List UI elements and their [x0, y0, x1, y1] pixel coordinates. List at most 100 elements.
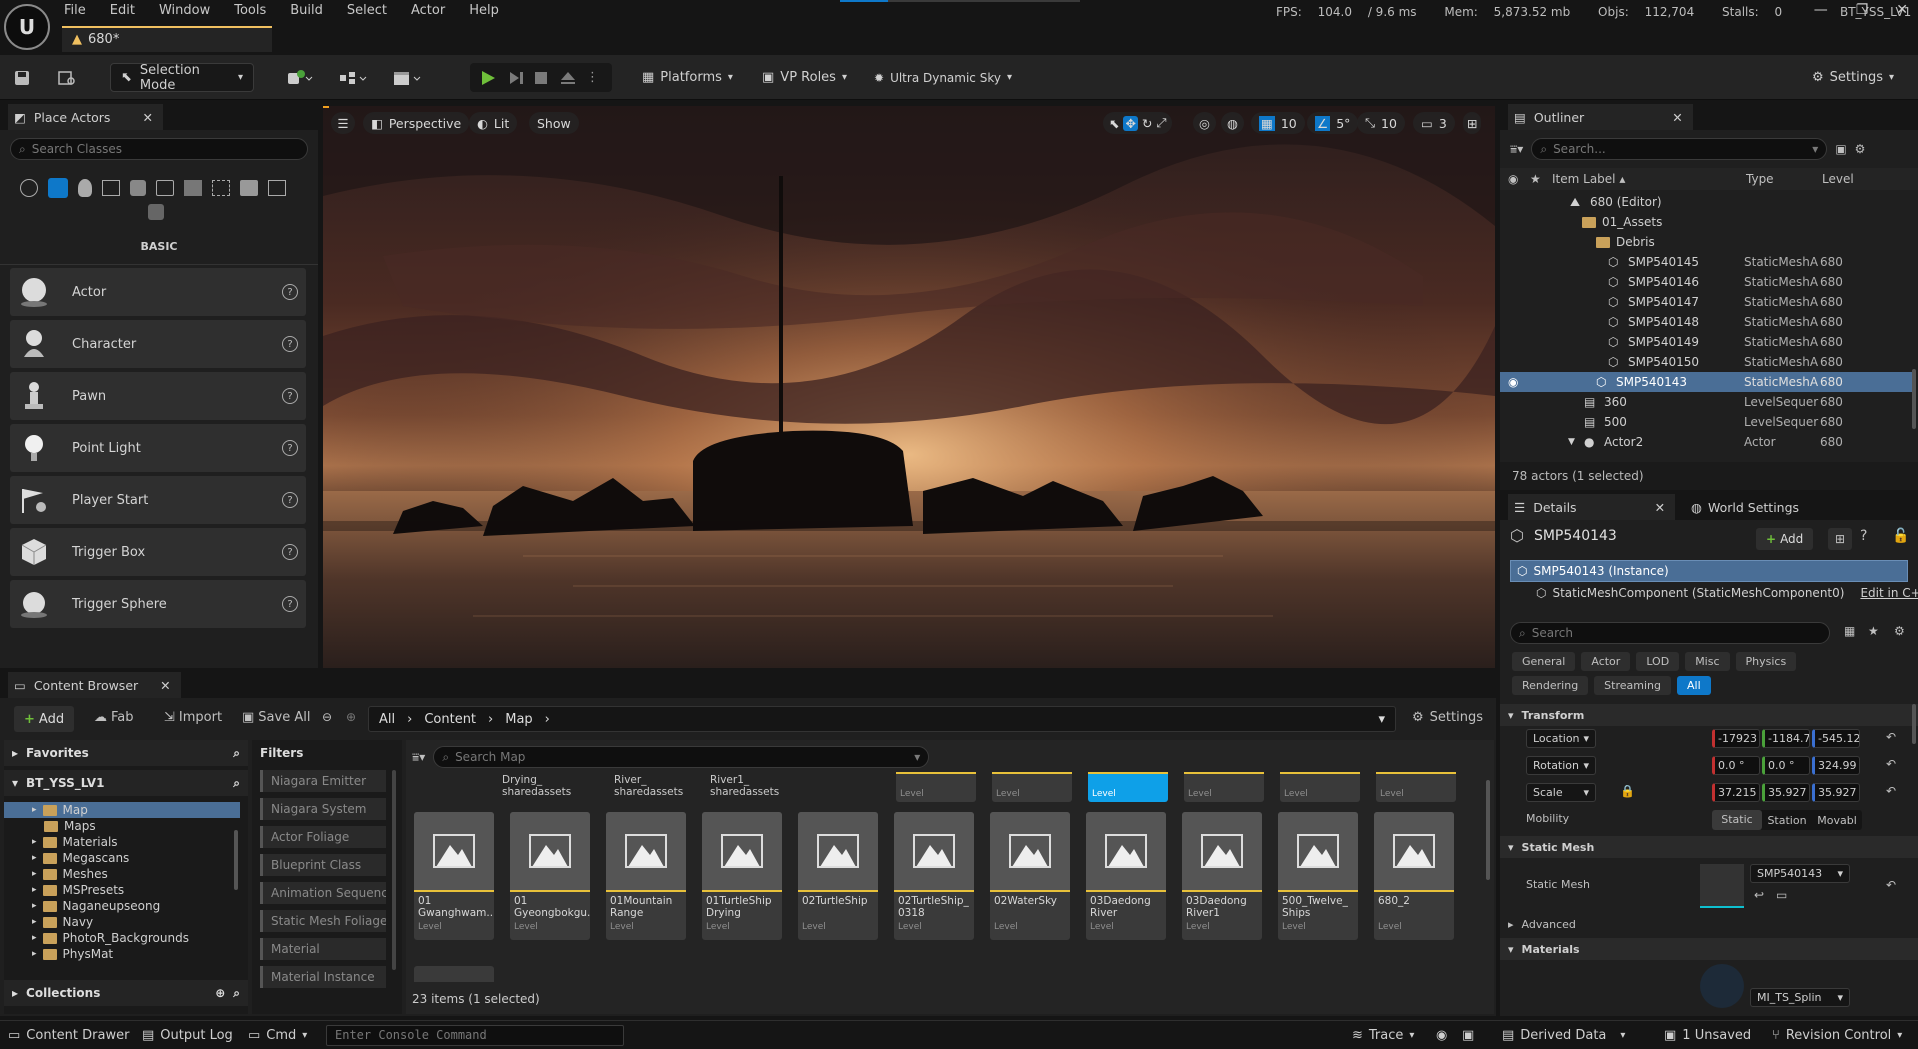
search-icon[interactable]: ⌕: [233, 776, 240, 791]
asset-tile[interactable]: 02WaterSky Level: [990, 812, 1070, 940]
stop-icon[interactable]: [534, 71, 548, 85]
gear-icon[interactable]: ⚙: [1855, 142, 1866, 156]
outliner-row[interactable]: ⛰ 680 (Editor): [1500, 192, 1912, 212]
tree-item-maps[interactable]: Maps: [4, 818, 240, 834]
favorites-header[interactable]: ▸ Favorites ⌕: [4, 740, 248, 766]
level-tab[interactable]: ▲ 680*: [62, 26, 272, 52]
cmd-dropdown[interactable]: ▭ Cmd ▾: [248, 1028, 307, 1043]
tree-item-map[interactable]: ▸ Map: [4, 802, 240, 818]
rotation-dropdown[interactable]: Rotation ▾: [1526, 756, 1596, 775]
asset-tile[interactable]: Level: [896, 772, 976, 802]
menu-select[interactable]: Select: [347, 3, 401, 18]
maximize-icon[interactable]: ❐: [1856, 2, 1869, 18]
instance-row[interactable]: ⬡ SMP540143 (Instance): [1510, 560, 1908, 582]
location-dropdown[interactable]: Location ▾: [1526, 729, 1596, 748]
blueprint-convert-icon[interactable]: ⊞: [1828, 528, 1852, 550]
selection-mode-dropdown[interactable]: ⬉ Selection Mode ▾: [110, 63, 254, 93]
asset-tile[interactable]: 01 Gwanghwam... Level: [414, 812, 494, 940]
rotation-z-field[interactable]: 324.99: [1812, 756, 1860, 775]
outliner-row[interactable]: ⬡ SMP540145 StaticMeshA 680: [1500, 252, 1912, 272]
breadcrumb-all[interactable]: All: [379, 712, 395, 727]
filter-animation-sequence[interactable]: Animation Sequence: [260, 882, 386, 904]
close-icon[interactable]: ✕: [1896, 2, 1908, 18]
scale-x-field[interactable]: 37.215: [1712, 783, 1760, 802]
browse-icon[interactable]: [58, 63, 76, 92]
save-icon[interactable]: [14, 63, 30, 92]
play-icon[interactable]: [480, 70, 496, 86]
console-command-input[interactable]: [335, 1028, 615, 1042]
asset-tile[interactable]: 02TurtleShip_ 0318 Level: [894, 812, 974, 940]
help-icon[interactable]: ?: [282, 440, 298, 456]
asset-tile[interactable]: Level: [1184, 772, 1264, 802]
add-component-button[interactable]: + Add: [1756, 528, 1814, 550]
unsaved-button[interactable]: ▣ 1 Unsaved: [1664, 1028, 1751, 1043]
filter-general[interactable]: General: [1512, 652, 1576, 671]
reset-icon[interactable]: ↶: [1886, 878, 1896, 892]
select-tool-icon[interactable]: ⬉: [1109, 116, 1119, 131]
asset-tile[interactable]: 01 Gyeongbokgu... Level: [510, 812, 590, 940]
close-icon[interactable]: ✕: [1672, 110, 1682, 125]
edit-cpp-link[interactable]: Edit in C++: [1860, 586, 1918, 600]
outliner-row[interactable]: Debris: [1500, 232, 1912, 252]
help-icon[interactable]: ?: [282, 544, 298, 560]
menu-build[interactable]: Build: [290, 3, 337, 18]
outliner-search-input[interactable]: [1553, 142, 1807, 156]
asset-tile[interactable]: 500_Twelve_ Ships Level: [1278, 812, 1358, 940]
tree-item-photor-backgrounds[interactable]: ▸ PhotoR_Backgrounds: [4, 930, 240, 946]
filter-icon[interactable]: ⩸▾: [1510, 142, 1523, 157]
outliner-scrollbar[interactable]: [1912, 369, 1916, 429]
output-log-button[interactable]: ▤ Output Log: [142, 1028, 233, 1043]
menu-tools[interactable]: Tools: [234, 3, 280, 18]
asset-tile[interactable]: Level: [1280, 772, 1360, 802]
record-icon[interactable]: ◉: [1436, 1028, 1447, 1043]
mobility-stationary[interactable]: Station: [1762, 814, 1812, 827]
tree-item-navy[interactable]: ▸ Navy: [4, 914, 240, 930]
filter-material[interactable]: Material: [260, 938, 386, 960]
filter-static-mesh-foliage[interactable]: Static Mesh Foliage: [260, 910, 386, 932]
content-browser-tab[interactable]: ▭ Content Browser ✕: [8, 672, 181, 698]
filter-niagara-emitter[interactable]: Niagara Emitter: [260, 770, 386, 792]
browse-folder-icon[interactable]: ▭: [1776, 888, 1787, 902]
component-row[interactable]: ⬡ StaticMeshComponent (StaticMeshComponen…: [1536, 586, 1918, 600]
platforms-button[interactable]: ▦ Platforms ▾: [642, 63, 733, 92]
star-icon[interactable]: ★: [1868, 624, 1879, 638]
help-icon[interactable]: ?: [282, 284, 298, 300]
actor-item-player-start[interactable]: Player Start ?: [10, 476, 306, 524]
minimize-icon[interactable]: —: [1814, 2, 1828, 18]
outliner-row[interactable]: ▼ ● Actor2 Actor 680: [1500, 432, 1912, 452]
outliner-row[interactable]: ⬡ SMP540150 StaticMeshA 680: [1500, 352, 1912, 372]
type-header[interactable]: Type: [1746, 172, 1774, 186]
asset-search-field[interactable]: ⌕ ▾: [433, 746, 930, 768]
advanced-row[interactable]: ▸ Advanced: [1508, 918, 1576, 931]
close-icon[interactable]: ✕: [142, 110, 152, 125]
all-classes-icon[interactable]: [240, 180, 258, 196]
settings-button[interactable]: ⚙ Settings ▾: [1812, 63, 1894, 92]
tree-item-materials[interactable]: ▸ Materials: [4, 834, 240, 850]
revision-control-button[interactable]: ⑂ Revision Control ▾: [1772, 1028, 1902, 1043]
import-button[interactable]: ⇲ Import: [164, 710, 222, 725]
outliner-row[interactable]: ⬡ SMP540146 StaticMeshA 680: [1500, 272, 1912, 292]
tree-item-megascans[interactable]: ▸ Megascans: [4, 850, 240, 866]
collections-header[interactable]: ▸ Collections ⊕ ⌕: [4, 980, 248, 1006]
outliner-search-field[interactable]: ⌕ ▾: [1531, 138, 1828, 160]
scale-snap-button[interactable]: ⤡ 10: [1357, 112, 1405, 134]
angle-snap-button[interactable]: ∠ 5°: [1307, 112, 1359, 134]
unreal-logo-icon[interactable]: U: [4, 4, 50, 50]
rotate-tool-icon[interactable]: ↻: [1142, 116, 1152, 131]
asset-tile-selected[interactable]: Level: [1088, 772, 1168, 802]
cinematics-icon[interactable]: [392, 63, 422, 92]
tree-item-mspresets[interactable]: ▸ MSPresets: [4, 882, 240, 898]
location-x-field[interactable]: -17923: [1712, 729, 1760, 748]
add-actor-icon[interactable]: [286, 63, 314, 92]
static-mesh-section-header[interactable]: ▾ Static Mesh: [1500, 836, 1918, 858]
help-icon[interactable]: ?: [282, 596, 298, 612]
static-mesh-dropdown[interactable]: SMP540143 ▾: [1750, 864, 1850, 883]
lock-icon[interactable]: 🔓: [1892, 528, 1909, 544]
scale-dropdown[interactable]: Scale ▾: [1526, 783, 1596, 802]
scale-y-field[interactable]: 35.927: [1762, 783, 1810, 802]
filter-icon[interactable]: ⩸▾: [412, 750, 425, 765]
outliner-row[interactable]: 01_Assets: [1500, 212, 1912, 232]
breadcrumb-map[interactable]: Map: [505, 712, 532, 727]
volumes-icon[interactable]: [212, 180, 230, 196]
cb-add-button[interactable]: + Add: [14, 706, 75, 732]
